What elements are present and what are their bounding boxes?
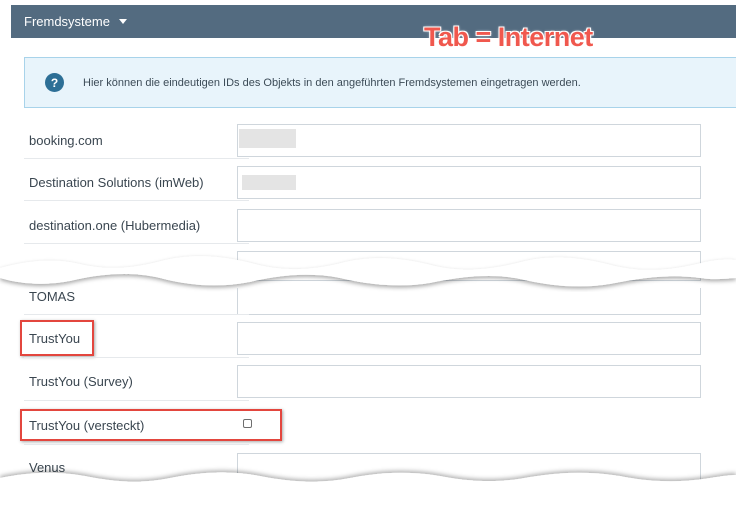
label-destination-solutions: Destination Solutions (imWeb) xyxy=(29,175,204,190)
destination-solutions-input[interactable] xyxy=(237,166,701,199)
venus-input[interactable] xyxy=(237,453,701,486)
row-divider xyxy=(24,444,249,445)
info-box: ? Hier können die eindeutigen IDs des Ob… xyxy=(24,57,736,108)
tomas-input[interactable] xyxy=(237,288,701,315)
row-divider xyxy=(24,200,249,201)
booking-input[interactable] xyxy=(237,124,701,157)
destination-one-input[interactable] xyxy=(237,209,701,242)
trustyou-survey-input[interactable] xyxy=(237,365,701,398)
section-title: Fremdsysteme xyxy=(24,14,110,29)
label-venus: Venus xyxy=(29,460,66,475)
partial-input[interactable] xyxy=(237,251,701,281)
row-divider xyxy=(24,357,249,358)
trustyou-input[interactable] xyxy=(237,322,701,355)
redacted-value xyxy=(242,175,296,190)
trustyou-hidden-highlight xyxy=(20,409,282,441)
row-divider xyxy=(24,314,249,315)
row-divider xyxy=(24,243,249,244)
fremdsysteme-section-header[interactable]: Fremdsysteme xyxy=(11,5,736,38)
annotation-tab-internet: Tab = Internet xyxy=(424,22,593,52)
label-trustyou-survey: TrustYou (Survey) xyxy=(29,374,133,389)
info-text: Hier können die eindeutigen IDs des Obje… xyxy=(83,76,581,89)
row-divider xyxy=(24,400,249,401)
label-tomas: TOMAS xyxy=(29,289,75,304)
question-circle-icon: ? xyxy=(45,73,64,92)
redacted-value xyxy=(239,129,296,148)
label-booking: booking.com xyxy=(29,133,103,148)
trustyou-highlight xyxy=(20,320,94,356)
label-destination-one: destination.one (Hubermedia) xyxy=(29,218,201,233)
page: Fremdsysteme ? Hier können die eindeutig… xyxy=(0,0,736,508)
caret-down-icon xyxy=(118,19,127,24)
row-divider xyxy=(24,158,249,159)
